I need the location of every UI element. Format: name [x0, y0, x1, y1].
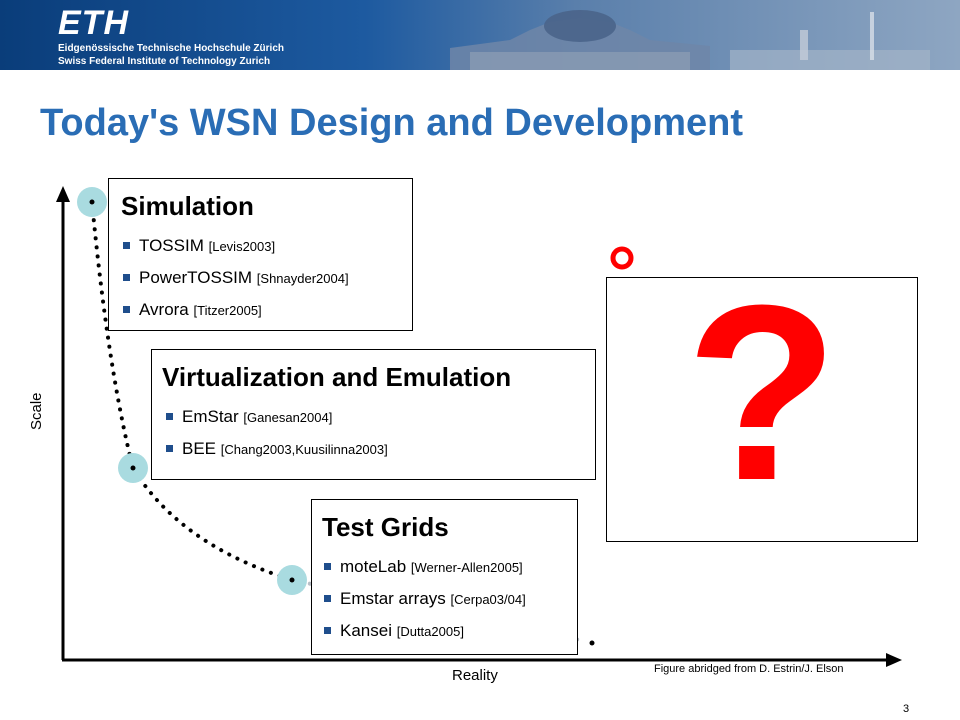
target-marker	[610, 246, 634, 270]
x-axis-label: Reality	[452, 667, 498, 684]
simulation-list: TOSSIM [Levis2003] PowerTOSSIM [Shnayder…	[121, 236, 412, 320]
testgrids-list: moteLab [Werner-Allen2005] Emstar arrays…	[322, 557, 577, 641]
y-axis-arrow	[56, 186, 70, 202]
figure-caption: Figure abridged from D. Estrin/J. Elson	[654, 663, 844, 675]
simulation-heading: Simulation	[121, 191, 254, 221]
x-axis-arrow	[886, 653, 902, 667]
virtualization-box: Virtualization and Emulation EmStar [Gan…	[151, 349, 596, 480]
testgrids-heading: Test Grids	[322, 512, 449, 542]
page-number: 3	[903, 703, 910, 715]
list-item: Emstar arrays [Cerpa03/04]	[322, 589, 577, 609]
testgrids-box: Test Grids moteLab [Werner-Allen2005] Em…	[311, 499, 578, 655]
unknown-approach-box: ?	[606, 268, 918, 542]
list-item: moteLab [Werner-Allen2005]	[322, 557, 577, 577]
list-item: BEE [Chang2003,Kuusilinna2003]	[164, 439, 595, 459]
list-item: Avrora [Titzer2005]	[121, 300, 412, 320]
virtualization-heading: Virtualization and Emulation	[162, 362, 512, 392]
virtualization-list: EmStar [Ganesan2004] BEE [Chang2003,Kuus…	[164, 407, 595, 459]
y-axis-label: Scale	[28, 392, 45, 430]
list-item: Kansei [Dutta2005]	[322, 621, 577, 641]
marker-virtualization	[118, 453, 148, 483]
simulation-box: Simulation TOSSIM [Levis2003] PowerTOSSI…	[108, 178, 413, 331]
marker-testgrids	[277, 565, 307, 595]
question-mark: ?	[685, 253, 839, 532]
list-item: EmStar [Ganesan2004]	[164, 407, 595, 427]
curve-end-dot	[589, 640, 595, 646]
list-item: PowerTOSSIM [Shnayder2004]	[121, 268, 412, 288]
list-item: TOSSIM [Levis2003]	[121, 236, 412, 256]
marker-simulation	[77, 187, 107, 217]
